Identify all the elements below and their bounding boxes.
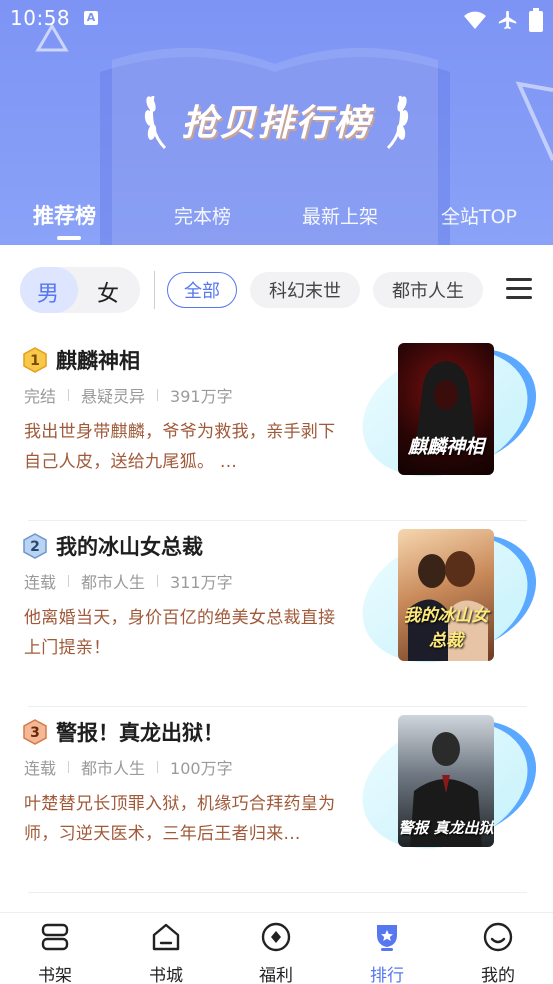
- ranking-tabs: 推荐榜 完本榜 最新上架 全站TOP: [0, 196, 553, 245]
- ranking-title: 抢贝排行榜: [0, 90, 553, 150]
- rank-3-badge-icon: 3: [23, 719, 47, 745]
- rank-number: 1: [30, 353, 40, 369]
- book-meta: 连载 都市人生 311万字: [24, 569, 233, 593]
- gender-male[interactable]: 男: [37, 276, 59, 308]
- filter-divider: [154, 271, 155, 309]
- book-cover[interactable]: 麒麟神相: [398, 343, 494, 475]
- book-cover-wrap[interactable]: 警报 真龙出狱: [344, 699, 553, 871]
- triangle-decoration-icon: [35, 23, 69, 52]
- bookshelf-icon: [41, 923, 69, 951]
- list-item[interactable]: 2 我的冰山女总裁 连载 都市人生 311万字 他离婚当天，身价百亿的绝美女总裁…: [0, 513, 553, 707]
- book-title[interactable]: 麒麟神相: [56, 345, 140, 375]
- cover-title: 警报 真龙出狱: [398, 819, 494, 837]
- book-description: 他离婚当天，身价百亿的绝美女总裁直接上门提亲！: [24, 608, 336, 658]
- profile-icon: [483, 922, 513, 952]
- nav-bookstore[interactable]: 书城: [126, 913, 206, 984]
- book-status: 完结: [24, 387, 57, 406]
- chip-urban[interactable]: 都市人生: [373, 272, 483, 308]
- wifi-icon: [464, 11, 486, 29]
- meta-separator: [68, 575, 70, 587]
- book-meta: 连载 都市人生 100万字: [24, 755, 233, 779]
- laurel-right-icon: [386, 95, 408, 150]
- nav-label: 书城: [149, 966, 183, 984]
- meta-separator: [68, 389, 70, 401]
- tab-completed[interactable]: 完本榜: [174, 202, 231, 229]
- book-cover[interactable]: 警报 真龙出狱: [398, 715, 494, 847]
- filter-bar: 男 女 全部 科幻末世 都市人生: [0, 245, 553, 335]
- meta-separator: [157, 575, 159, 587]
- book-word-count: 100万字: [170, 759, 233, 778]
- bottom-navigation: 书架 书城 福利 排行 我的: [0, 912, 553, 984]
- book-title[interactable]: 我的冰山女总裁: [56, 531, 203, 561]
- book-category: 都市人生: [81, 573, 146, 592]
- book-category: 悬疑灵异: [81, 387, 146, 406]
- menu-icon: [506, 278, 532, 281]
- book-cover-wrap[interactable]: 我的冰山女总裁: [344, 513, 553, 685]
- book-category: 都市人生: [81, 759, 146, 778]
- book-ranking-list: 1 麒麟神相 完结 悬疑灵异 391万字 我出世身带麒麟，爷爷为救我，亲手剥下自…: [0, 327, 553, 953]
- gender-toggle[interactable]: 男 女: [20, 267, 140, 313]
- book-cover-wrap[interactable]: 麒麟神相: [344, 327, 553, 499]
- nav-label: 福利: [259, 966, 293, 984]
- cover-title: 我的冰山女总裁: [403, 606, 489, 651]
- nav-ranking[interactable]: 排行: [347, 913, 427, 984]
- category-menu-button[interactable]: [506, 278, 532, 300]
- rank-1-badge-icon: 1: [23, 347, 47, 373]
- book-word-count: 311万字: [170, 573, 233, 592]
- airplane-mode-icon: [498, 10, 517, 30]
- status-icons: [463, 8, 543, 32]
- tab-newest[interactable]: 最新上架: [302, 202, 378, 229]
- book-status: 连载: [24, 573, 57, 592]
- nav-profile[interactable]: 我的: [458, 913, 538, 984]
- meta-separator: [157, 389, 159, 401]
- chip-all[interactable]: 全部: [167, 272, 237, 308]
- meta-separator: [157, 761, 159, 773]
- page-title: 抢贝排行榜: [181, 103, 372, 144]
- book-meta: 完结 悬疑灵异 391万字: [24, 383, 233, 407]
- list-item[interactable]: 1 麒麟神相 完结 悬疑灵异 391万字 我出世身带麒麟，爷爷为救我，亲手剥下自…: [0, 327, 553, 521]
- nav-label: 排行: [370, 966, 404, 984]
- book-title[interactable]: 警报！真龙出狱！: [56, 717, 224, 747]
- menu-icon-line: [506, 296, 532, 299]
- book-word-count: 391万字: [170, 387, 233, 406]
- ranking-icon: [377, 925, 397, 951]
- list-item[interactable]: 3 警报！真龙出狱！ 连载 都市人生 100万字 叶楚替兄长顶罪入狱，机缘巧合拜…: [0, 699, 553, 893]
- active-tab-indicator: [57, 236, 81, 240]
- chip-scifi[interactable]: 科幻末世: [250, 272, 360, 308]
- nav-label: 我的: [481, 966, 515, 984]
- book-status: 连载: [24, 759, 57, 778]
- battery-icon: [529, 8, 543, 32]
- nav-welfare[interactable]: 福利: [236, 913, 316, 984]
- rank-number: 3: [30, 725, 40, 741]
- welfare-icon: [261, 922, 291, 952]
- meta-separator: [68, 761, 70, 773]
- menu-icon-line: [506, 287, 532, 290]
- rank-number: 2: [30, 539, 40, 555]
- tab-site-top[interactable]: 全站TOP: [441, 202, 517, 229]
- bookstore-icon: [152, 923, 180, 951]
- book-cover[interactable]: 我的冰山女总裁: [398, 529, 494, 661]
- status-bar: 10:58 A: [0, 0, 553, 40]
- nav-label: 书架: [38, 966, 72, 984]
- ranking-header: 10:58 A 抢贝排行榜 推荐榜 完本榜 最新上架 全站TOP: [0, 0, 553, 245]
- cover-title: 麒麟神相: [407, 436, 484, 458]
- gender-female[interactable]: 女: [97, 276, 119, 308]
- rank-2-badge-icon: 2: [23, 533, 47, 559]
- notification-icon: A: [84, 11, 98, 25]
- laurel-left-icon: [145, 95, 167, 150]
- book-description: 叶楚替兄长顶罪入狱，机缘巧合拜药皇为师，习逆天医术，三年后王者归来...: [24, 794, 336, 844]
- book-description: 我出世身带麒麟，爷爷为救我，亲手剥下自己人皮，送给九尾狐。 ...: [24, 422, 336, 472]
- tab-recommend[interactable]: 推荐榜: [33, 200, 96, 230]
- nav-bookshelf[interactable]: 书架: [15, 913, 95, 984]
